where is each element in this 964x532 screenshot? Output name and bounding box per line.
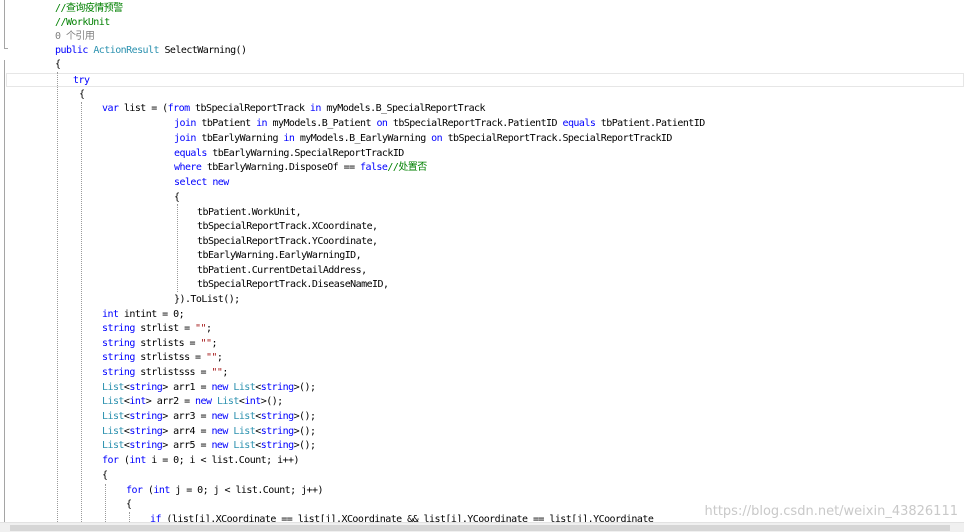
indent-guide (81, 102, 82, 522)
fold-region-bar (4, 0, 5, 48)
code-line[interactable]: for (int j = 0; j < list.Count; j++) (126, 484, 324, 499)
code-line[interactable]: { (79, 88, 85, 103)
code-line[interactable]: { (55, 58, 61, 73)
code-line[interactable]: { (174, 191, 180, 206)
code-line[interactable]: tbPatient.WorkUnit, (197, 206, 302, 221)
scrollbar-thumb[interactable] (10, 525, 950, 531)
indent-guide (57, 72, 58, 522)
code-line[interactable]: List<string> arr1 = new List<string>(); (102, 381, 316, 396)
code-line[interactable]: }).ToList(); (174, 293, 240, 308)
indent-guide (129, 512, 130, 522)
code-line[interactable]: where tbEarlyWarning.DisposeOf == false/… (174, 161, 427, 176)
code-line[interactable]: //查询疫情预警 (55, 2, 123, 17)
code-line[interactable]: //WorkUnit (55, 16, 110, 31)
code-line[interactable]: string strlists = ""; (102, 337, 217, 352)
code-line[interactable]: int intint = 0; (102, 308, 185, 323)
code-line[interactable]: string strlistss = ""; (102, 351, 223, 366)
code-line[interactable]: tbEarlyWarning.EarlyWarningID, (197, 249, 362, 264)
code-line[interactable]: tbSpecialReportTrack.XCoordinate, (197, 220, 378, 235)
code-line[interactable]: List<int> arr2 = new List<int>(); (102, 395, 283, 410)
indent-guide (177, 204, 178, 292)
code-editor[interactable]: //查询疫情预警//WorkUnit 0 个引用 public ActionResu… (0, 0, 964, 532)
current-line-highlight (6, 73, 964, 87)
code-line[interactable]: string strlistsss = ""; (102, 366, 228, 381)
fold-region-bar (4, 60, 5, 522)
code-line[interactable]: equals tbEarlyWarning.SpecialReportTrack… (174, 147, 404, 162)
code-line[interactable]: join tbEarlyWarning in myModels.B_EarlyW… (174, 132, 672, 147)
code-line[interactable]: public ActionResult SelectWarning() (55, 44, 247, 59)
code-line[interactable]: List<string> arr4 = new List<string>(); (102, 425, 316, 440)
code-line[interactable]: join tbPatient in myModels.B_Patient on … (174, 117, 705, 132)
code-line[interactable]: { (102, 469, 108, 484)
horizontal-scrollbar[interactable] (0, 522, 964, 532)
code-line[interactable]: string strlist = ""; (102, 322, 212, 337)
code-line[interactable]: { (126, 498, 132, 513)
code-line[interactable]: tbSpecialReportTrack.YCoordinate, (197, 235, 378, 250)
code-line[interactable]: select new (174, 176, 229, 191)
code-line[interactable]: tbPatient.CurrentDetailAddress, (197, 264, 367, 279)
code-line[interactable]: try (73, 74, 90, 89)
code-line[interactable]: List<string> arr3 = new List<string>(); (102, 410, 316, 425)
code-line[interactable]: List<string> arr5 = new List<string>(); (102, 439, 316, 454)
fold-region-end (4, 48, 8, 49)
indent-guide (105, 484, 106, 522)
watermark: https://blog.csdn.net/weixin_43826111 (704, 504, 958, 519)
code-line[interactable]: tbSpecialReportTrack.DiseaseNameID, (197, 278, 389, 293)
code-line[interactable]: for (int i = 0; i < list.Count; i++) (102, 454, 300, 469)
code-line[interactable]: var list = (from tbSpecialReportTrack in… (102, 102, 486, 117)
codelens-references[interactable]: 0 个引用 (55, 30, 95, 45)
